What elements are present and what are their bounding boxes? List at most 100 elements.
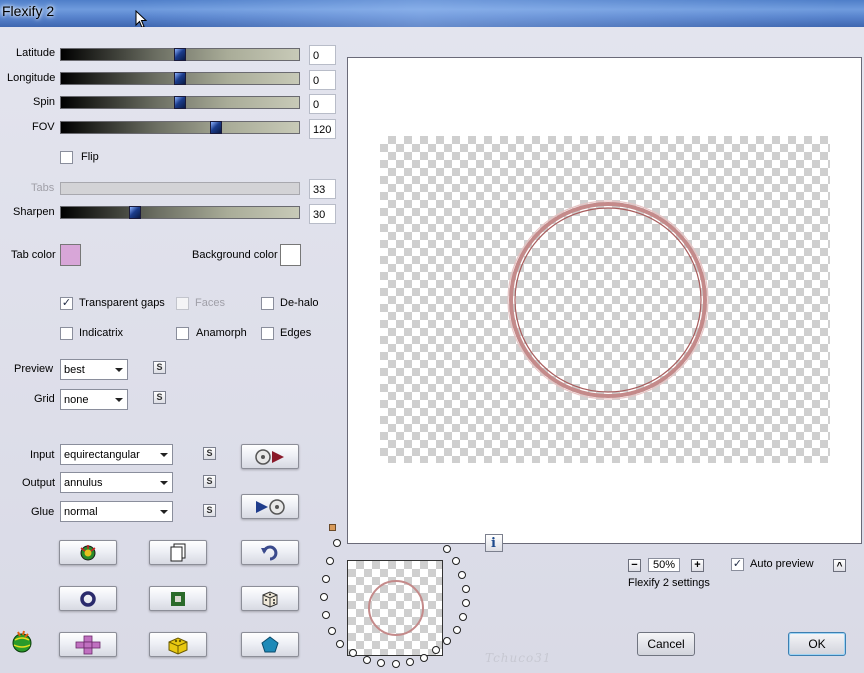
preview-canvas[interactable] [347, 57, 862, 544]
sharpen-slider[interactable] [60, 206, 300, 219]
square-frame-icon [171, 591, 185, 606]
auto-preview-checkbox[interactable]: ✓ [731, 558, 744, 571]
de-halo-checkbox[interactable] [261, 297, 274, 310]
preview-label: Preview [14, 363, 54, 375]
fov-slider[interactable] [60, 121, 300, 134]
settings-title: Flexify 2 settings [628, 577, 710, 589]
title-bar: Flexify 2 [0, 0, 864, 29]
glue-label: Glue [31, 506, 55, 518]
grid-select[interactable]: none [60, 389, 128, 410]
longitude-label: Longitude [7, 72, 56, 84]
glue-select[interactable]: normal [60, 501, 173, 522]
pentagon-shape-button[interactable] [241, 632, 299, 657]
tabs-label: Tabs [31, 182, 55, 194]
chevron-down-icon [115, 398, 123, 402]
info-icon: i [491, 536, 496, 551]
fov-input[interactable]: 120 [309, 119, 336, 139]
chevron-down-icon [160, 453, 168, 457]
navigator-corner-marker [329, 524, 336, 531]
anamorph-checkbox[interactable] [176, 327, 189, 340]
zoom-out-button[interactable]: − [628, 559, 641, 572]
sharpen-slider-thumb[interactable] [129, 206, 141, 219]
undo-button[interactable] [241, 540, 299, 565]
sharpen-label: Sharpen [13, 206, 55, 218]
preview-select-value: best [64, 364, 85, 376]
output-sync-button[interactable]: S [203, 475, 216, 488]
window-title: Flexify 2 [2, 3, 55, 19]
latitude-slider[interactable] [60, 48, 300, 61]
input-select-value: equirectangular [64, 449, 140, 461]
sharpen-input[interactable]: 30 [309, 204, 336, 224]
edges-checkbox[interactable] [261, 327, 274, 340]
spin-slider-thumb[interactable] [174, 96, 186, 109]
zoom-in-button[interactable]: + [691, 559, 704, 572]
square-shape-button[interactable] [149, 586, 207, 611]
indicatrix-checkbox[interactable] [60, 327, 73, 340]
preview-select[interactable]: best [60, 359, 128, 380]
info-button[interactable]: i [485, 534, 503, 552]
transparent-gaps-checkbox[interactable]: ✓ [60, 297, 73, 310]
play-film-reel-icon [256, 498, 285, 515]
flip-label: Flip [81, 151, 99, 163]
transparent-gaps-label: Transparent gaps [79, 297, 165, 309]
tabs-input[interactable]: 33 [309, 179, 336, 199]
collapse-button[interactable]: ^ [833, 559, 846, 572]
background-color-label: Background color [192, 249, 278, 261]
chevron-down-icon [160, 510, 168, 514]
pentagon-shape-icon [261, 635, 279, 652]
indicatrix-label: Indicatrix [79, 327, 124, 339]
cube-shape-button[interactable] [149, 632, 207, 657]
spin-slider[interactable] [60, 96, 300, 109]
anamorph-label: Anamorph [196, 327, 247, 339]
spin-label: Spin [33, 96, 56, 108]
fov-slider-thumb[interactable] [210, 121, 222, 134]
preview-sync-button[interactable]: S [153, 361, 166, 374]
grid-select-value: none [64, 394, 89, 406]
spin-input[interactable]: 0 [309, 94, 336, 114]
dice-icon [262, 590, 278, 608]
latitude-slider-thumb[interactable] [174, 48, 186, 61]
ring-shape-button[interactable] [59, 586, 117, 611]
input-label: Input [30, 449, 55, 461]
chevron-down-icon [160, 481, 168, 485]
dice-button[interactable] [241, 586, 299, 611]
ok-button[interactable]: OK [788, 632, 846, 656]
output-select[interactable]: annulus [60, 472, 173, 493]
tab-color-swatch[interactable] [60, 244, 81, 266]
fov-label: FOV [32, 121, 55, 133]
cancel-button[interactable]: Cancel [637, 632, 695, 656]
longitude-input[interactable]: 0 [309, 70, 336, 90]
flexify-globe-logo-icon [12, 630, 32, 653]
cross-shape-button[interactable] [59, 632, 117, 657]
swap-output-button[interactable] [241, 494, 299, 519]
watermark-signature: Tchuco31 [485, 651, 552, 665]
faces-label: Faces [195, 297, 225, 309]
glue-select-value: normal [64, 506, 98, 518]
ring-shape-icon [80, 590, 96, 607]
de-halo-label: De-halo [280, 297, 319, 309]
document-button[interactable] [149, 540, 207, 565]
navigator-ring [368, 580, 424, 636]
undo-arrow-icon [261, 545, 278, 560]
zoom-level[interactable]: 50% [648, 558, 680, 572]
title-bar-glow [140, 0, 840, 27]
randomize-button[interactable] [59, 540, 117, 565]
chevron-down-icon [115, 368, 123, 372]
tab-color-label: Tab color [11, 249, 56, 261]
output-label: Output [22, 477, 56, 489]
longitude-slider[interactable] [60, 72, 300, 85]
output-select-value: annulus [64, 477, 103, 489]
faces-checkbox [176, 297, 189, 310]
glue-sync-button[interactable]: S [203, 504, 216, 517]
grid-sync-button[interactable]: S [153, 391, 166, 404]
film-reel-play-icon [255, 448, 284, 465]
background-color-swatch[interactable] [280, 244, 301, 266]
latitude-label: Latitude [16, 47, 56, 59]
auto-preview-label: Auto preview [750, 558, 814, 570]
longitude-slider-thumb[interactable] [174, 72, 186, 85]
latitude-input[interactable]: 0 [309, 45, 336, 65]
input-sync-button[interactable]: S [203, 447, 216, 460]
flip-checkbox[interactable] [60, 151, 73, 164]
input-select[interactable]: equirectangular [60, 444, 173, 465]
swap-input-button[interactable] [241, 444, 299, 469]
